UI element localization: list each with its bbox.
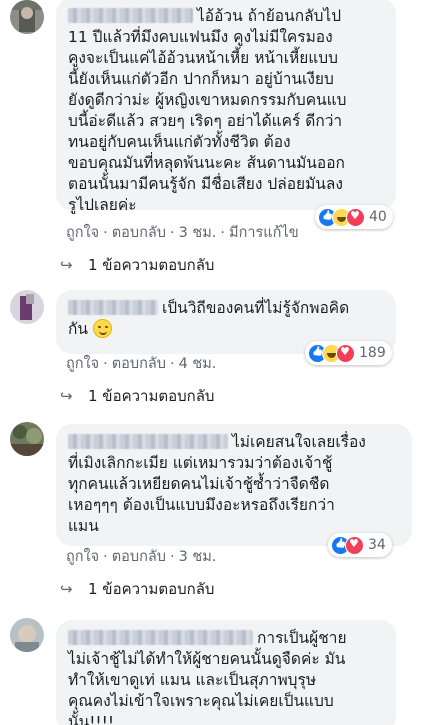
like-link[interactable]: ถูกใจ	[66, 225, 99, 241]
avatar-image-icon	[10, 618, 44, 652]
avatar[interactable]	[10, 422, 44, 456]
commenter-name-blurred[interactable]	[68, 434, 228, 449]
reply-arrow-icon: ↪	[60, 256, 73, 274]
edited-label[interactable]: มีการแก้ไข	[229, 225, 299, 241]
commenter-name-blurred[interactable]	[68, 8, 193, 23]
comment-actions: ถูกใจ · ตอบกลับ · 4 ชม.	[66, 356, 217, 372]
comment-time[interactable]: 3 ชม.	[179, 225, 217, 241]
comment-time[interactable]: 3 ชม.	[179, 549, 217, 565]
avatar-image-icon	[10, 422, 44, 456]
avatar[interactable]	[10, 0, 44, 34]
comment-bubble: ไอ้อ้วน ถ้าย้อนกลับไป 11 ปีแล้วที่มึงคบแ…	[56, 0, 396, 214]
avatar-image-icon	[10, 290, 44, 324]
comment-text: ไอ้อ้วน ถ้าย้อนกลับไป 11 ปีแล้วที่มึงคบแ…	[68, 7, 347, 214]
comment-actions: ถูกใจ · ตอบกลับ · 3 ชม.	[66, 549, 217, 565]
replies-label: 1 ข้อความตอบกลับ	[88, 387, 215, 405]
view-replies[interactable]: ↪ 1 ข้อความตอบกลับ	[60, 384, 214, 408]
reply-arrow-icon: ↪	[60, 580, 73, 598]
replies-label: 1 ข้อความตอบกลับ	[88, 580, 215, 598]
replies-label: 1 ข้อความตอบกลับ	[88, 256, 215, 274]
reply-link[interactable]: ตอบกลับ	[112, 225, 166, 241]
smile-emoji-icon	[92, 319, 112, 338]
commenter-name-blurred[interactable]	[68, 300, 158, 315]
avatar-image-icon	[10, 0, 44, 34]
comment-bubble: ไม่เคยสนใจเลยเรื่อง ที่เมิงเลิกกะเมีย แต…	[56, 424, 412, 546]
like-link[interactable]: ถูกใจ	[66, 356, 99, 372]
reaction-count: 189	[359, 345, 386, 361]
reaction-count: 34	[368, 537, 386, 553]
reply-link[interactable]: ตอบกลับ	[112, 549, 166, 565]
like-link[interactable]: ถูกใจ	[66, 549, 99, 565]
reaction-count: 40	[369, 209, 387, 225]
love-reaction-icon	[336, 343, 355, 363]
view-replies[interactable]: ↪ 1 ข้อความตอบกลับ	[60, 253, 214, 277]
reaction-summary[interactable]: 34	[328, 533, 392, 557]
avatar[interactable]	[10, 618, 44, 652]
commenter-name-blurred[interactable]	[68, 630, 253, 645]
reaction-summary[interactable]: 40	[315, 205, 393, 229]
avatar[interactable]	[10, 290, 44, 324]
love-reaction-icon	[345, 535, 364, 555]
reply-link[interactable]: ตอบกลับ	[112, 356, 166, 372]
reaction-summary[interactable]: 189	[305, 341, 392, 365]
comment-bubble: การเป็นผู้ชาย ไม่เจ้าชู้ไม่ได้ทำให้ผู้ชา…	[56, 620, 396, 725]
reply-arrow-icon: ↪	[60, 387, 73, 405]
love-reaction-icon	[346, 207, 365, 227]
view-replies[interactable]: ↪ 1 ข้อความตอบกลับ	[60, 577, 214, 601]
comment-actions: ถูกใจ · ตอบกลับ · 3 ชม. · มีการแก้ไข	[66, 225, 299, 241]
comment-time[interactable]: 4 ชม.	[179, 356, 217, 372]
